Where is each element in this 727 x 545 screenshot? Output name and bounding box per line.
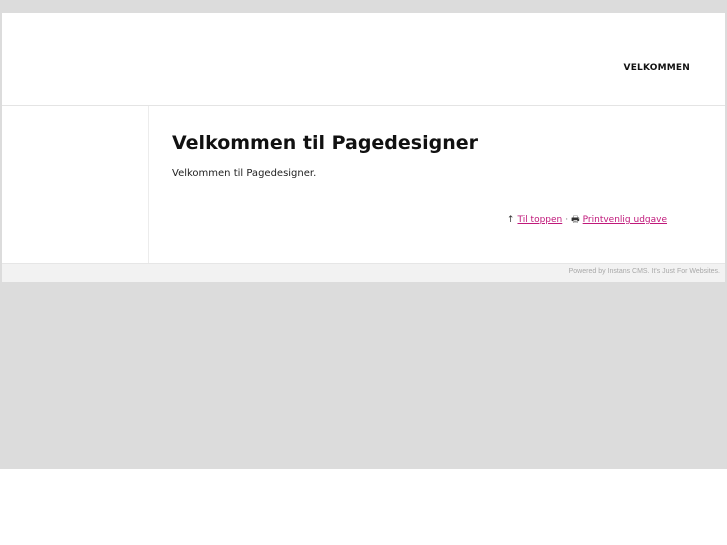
print-version-link[interactable]: Printvenlig udgave (583, 215, 667, 225)
main-content: Velkommen til Pagedesigner Velkommen til… (149, 106, 725, 263)
sidebar (2, 106, 149, 263)
printer-icon: 🖶 (571, 215, 580, 225)
page-container: VELKOMMEN Velkommen til Pagedesigner Vel… (2, 13, 725, 282)
site-header: VELKOMMEN (2, 13, 725, 106)
body-text: Velkommen til Pagedesigner. (172, 168, 317, 179)
arrow-up-icon: ↑ (506, 215, 515, 225)
footer-credit: Powered by Instans CMS. It's Just For We… (568, 268, 720, 275)
nav-item-velkommen[interactable]: VELKOMMEN (624, 63, 690, 73)
site-footer: Powered by Instans CMS. It's Just For We… (2, 263, 725, 282)
page-tools: ↑ Til toppen · 🖶 Printvenlig udgave (507, 212, 667, 228)
tools-separator: · (565, 215, 569, 225)
back-to-top-link[interactable]: Til toppen (517, 215, 562, 225)
page-title: Velkommen til Pagedesigner (172, 132, 479, 154)
